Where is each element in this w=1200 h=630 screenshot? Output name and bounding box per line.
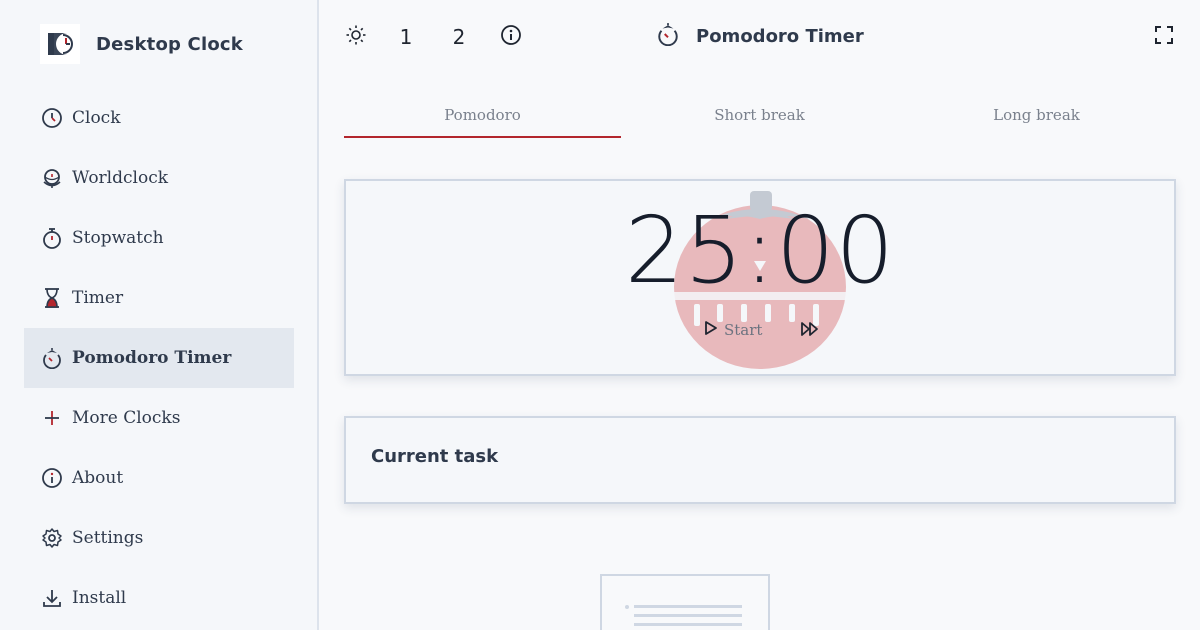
stopwatch-icon: [40, 226, 64, 250]
brand[interactable]: Desktop Clock: [40, 24, 243, 64]
tab-long-break[interactable]: Long break: [898, 96, 1175, 140]
pomodoro-icon: [40, 346, 64, 370]
sidebar-item-settings[interactable]: Settings: [24, 508, 294, 568]
sidebar-item-label: Worldclock: [72, 168, 169, 188]
page-title: Pomodoro Timer: [656, 22, 864, 50]
theme-toggle-button[interactable]: [344, 24, 368, 50]
sidebar-item-timer[interactable]: Timer: [24, 268, 294, 328]
layout-1-button[interactable]: 1: [398, 24, 414, 50]
sidebar-item-clock[interactable]: Clock: [24, 88, 294, 148]
sidebar-item-label: About: [72, 468, 124, 488]
current-task-title: Current task: [371, 446, 499, 467]
start-label: Start: [724, 321, 763, 339]
info-icon: [500, 24, 522, 50]
play-icon: [704, 320, 718, 340]
fast-forward-icon: [800, 322, 820, 341]
sidebar-item-install[interactable]: Install: [24, 568, 294, 628]
sun-icon: [345, 24, 367, 50]
sidebar-item-label: Install: [72, 588, 127, 608]
timer-card: 25:00 Start: [344, 179, 1176, 376]
start-button[interactable]: Start: [704, 319, 762, 341]
gear-icon: [40, 526, 64, 550]
clock-icon: [40, 106, 64, 130]
layout-2-button[interactable]: 2: [451, 24, 467, 50]
fullscreen-icon: [1153, 24, 1175, 50]
sidebar-item-label: Clock: [72, 108, 121, 128]
sidebar-item-stopwatch[interactable]: Stopwatch: [24, 208, 294, 268]
info-button[interactable]: [499, 24, 523, 50]
globe-clock-icon: [40, 166, 64, 190]
tab-short-break[interactable]: Short break: [621, 96, 898, 140]
page-title-text: Pomodoro Timer: [696, 25, 864, 47]
sidebar: Desktop Clock Clock Worldclock Stopwatch…: [0, 0, 319, 630]
empty-tasks-illustration: [600, 574, 860, 630]
timer-mode-tabs: Pomodoro Short break Long break: [344, 96, 1175, 140]
sidebar-item-label: Settings: [72, 528, 144, 548]
sidebar-item-label: More Clocks: [72, 408, 181, 428]
sidebar-item-label: Pomodoro Timer: [72, 348, 232, 368]
skip-button[interactable]: [800, 321, 820, 341]
current-task-card[interactable]: Current task: [344, 416, 1176, 504]
sidebar-item-pomodoro-timer[interactable]: Pomodoro Timer: [24, 328, 294, 388]
app-logo: [40, 24, 80, 64]
plus-icon: [40, 406, 64, 430]
info-icon: [40, 466, 64, 490]
pomodoro-icon: [656, 22, 680, 50]
sidebar-item-about[interactable]: About: [24, 448, 294, 508]
top-bar: 1 2 Pomodoro Timer: [320, 0, 1200, 72]
sidebar-nav: Clock Worldclock Stopwatch Timer Pomodor…: [24, 88, 294, 628]
sidebar-item-label: Stopwatch: [72, 228, 164, 248]
tab-pomodoro[interactable]: Pomodoro: [344, 96, 621, 140]
sidebar-item-label: Timer: [72, 288, 124, 308]
sidebar-item-more-clocks[interactable]: More Clocks: [24, 388, 294, 448]
download-icon: [40, 586, 64, 610]
brand-name: Desktop Clock: [96, 33, 243, 55]
hourglass-icon: [40, 286, 64, 310]
timer-display: 25:00: [624, 197, 896, 304]
sidebar-item-worldclock[interactable]: Worldclock: [24, 148, 294, 208]
fullscreen-button[interactable]: [1152, 24, 1176, 50]
